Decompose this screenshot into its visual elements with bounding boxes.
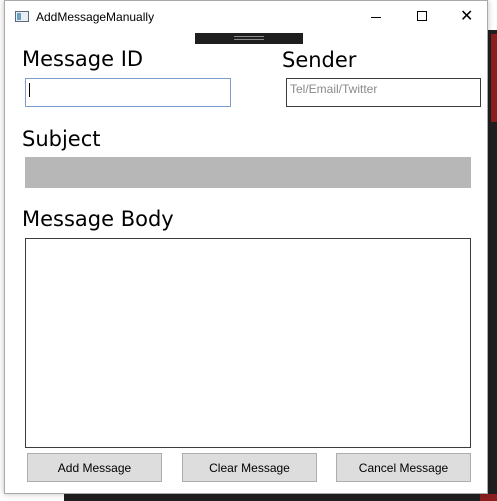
maximize-button[interactable] — [399, 1, 445, 33]
text-caret — [29, 83, 30, 97]
clear-message-button[interactable]: Clear Message — [182, 453, 317, 482]
cancel-message-button[interactable]: Cancel Message — [336, 453, 471, 482]
message-body-label: Message Body — [22, 207, 174, 231]
window-title: AddMessageManually — [36, 10, 155, 24]
subject-label: Subject — [22, 127, 101, 151]
title-bar[interactable]: AddMessageManually ✕ — [5, 1, 487, 33]
add-message-button[interactable]: Add Message — [27, 453, 162, 482]
subject-input[interactable] — [25, 157, 471, 188]
close-icon: ✕ — [460, 6, 474, 25]
background-window-bottom-accent — [480, 494, 497, 501]
debug-toolbar-handle[interactable] — [195, 33, 303, 44]
maximize-icon — [417, 11, 427, 21]
close-button[interactable]: ✕ — [445, 1, 491, 33]
app-window-icon — [15, 11, 29, 22]
message-id-label: Message ID — [22, 47, 144, 71]
message-id-input[interactable] — [25, 78, 231, 107]
add-message-window: AddMessageManually ✕ Message ID Sender T… — [4, 0, 488, 494]
background-window-accent — [491, 34, 497, 122]
minimize-icon — [371, 17, 381, 18]
sender-placeholder: Tel/Email/Twitter — [290, 82, 378, 96]
sender-label: Sender — [282, 48, 357, 72]
sender-input[interactable]: Tel/Email/Twitter — [286, 78, 481, 107]
minimize-button[interactable] — [353, 1, 399, 33]
message-body-textarea[interactable] — [25, 238, 471, 448]
background-window-bottom-edge — [64, 494, 497, 501]
